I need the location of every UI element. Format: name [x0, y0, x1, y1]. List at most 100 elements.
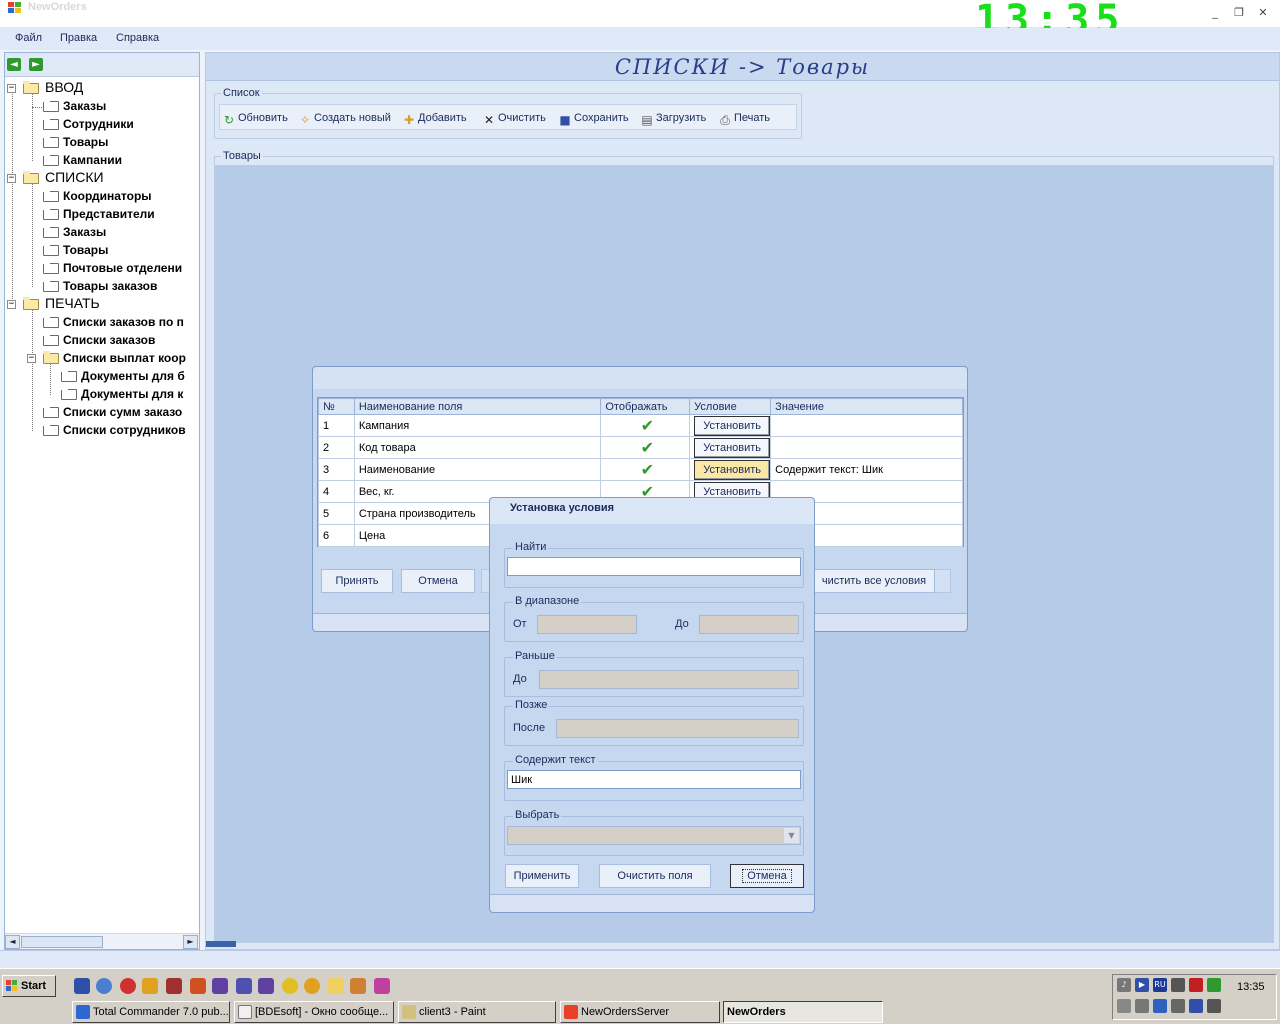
save-icon[interactable] — [74, 978, 90, 994]
contains-text-input[interactable] — [507, 770, 801, 789]
tray-icon[interactable] — [1171, 999, 1185, 1013]
column-header[interactable]: № — [318, 398, 355, 415]
tray-icon[interactable] — [1117, 999, 1131, 1013]
set-condition-button[interactable]: Установить — [694, 459, 771, 480]
arrow-left-icon[interactable]: ◄ — [7, 58, 21, 71]
check-icon[interactable]: ✔ — [600, 414, 691, 437]
folder-icon[interactable] — [328, 978, 344, 994]
tree-item-print-sums[interactable]: Списки сумм заказо — [5, 405, 199, 423]
app-icon[interactable] — [258, 978, 274, 994]
tree-item-print-payments[interactable]: − Списки выплат коор — [5, 351, 199, 369]
smiley-icon[interactable] — [282, 978, 298, 994]
tree-item-employees[interactable]: Сотрудники — [5, 117, 199, 135]
speaker-icon[interactable]: ♪ — [1117, 978, 1131, 992]
task-total-commander[interactable]: Total Commander 7.0 pub... — [72, 1001, 230, 1023]
set-condition-button[interactable]: Установить — [694, 415, 771, 436]
restore-button[interactable]: ❐ — [1230, 6, 1248, 20]
scroll-left-icon[interactable]: ◄ — [5, 935, 20, 949]
create-new-button[interactable]: ✧ Создать новый — [298, 109, 391, 127]
earlier-input[interactable] — [539, 670, 799, 689]
app-icon[interactable] — [166, 978, 182, 994]
check-icon[interactable]: ✔ — [600, 436, 691, 459]
clear-button[interactable]: ✕ Очистить — [482, 109, 546, 127]
browser-icon[interactable] — [96, 978, 112, 994]
tree-item-list-goods[interactable]: Товары — [5, 243, 199, 261]
print-button[interactable]: ⎙ Печать — [718, 109, 770, 127]
menu-help[interactable]: Справка — [116, 32, 159, 44]
app-icon[interactable] — [142, 978, 158, 994]
cancel-button[interactable]: Отмена — [401, 569, 475, 593]
range-to-input[interactable] — [699, 615, 799, 634]
tree-node-lists[interactable]: − СПИСКИ — [7, 169, 197, 189]
app-icon[interactable] — [350, 978, 366, 994]
range-from-input[interactable] — [537, 615, 637, 634]
tray-icon[interactable] — [1189, 999, 1203, 1013]
tree-node-input[interactable]: − ВВОД — [7, 79, 197, 99]
table-row[interactable]: 2 Код товара ✔ Установить — [318, 436, 963, 459]
collapse-icon[interactable]: − — [7, 300, 16, 309]
tray-icon[interactable] — [1135, 999, 1149, 1013]
app-icon[interactable] — [304, 978, 320, 994]
network-icon[interactable] — [1171, 978, 1185, 992]
play-icon[interactable]: ▶ — [1135, 978, 1149, 992]
load-button[interactable]: ▤ Загрузить — [640, 109, 706, 127]
clear-all-conditions-button[interactable]: чистить все условия — [813, 569, 935, 593]
refresh-button[interactable]: ↻ Обновить — [222, 109, 288, 127]
language-indicator[interactable]: RU — [1153, 978, 1167, 992]
start-button[interactable]: Start — [2, 975, 56, 997]
select-dropdown[interactable]: ▼ — [507, 826, 801, 845]
scroll-right-icon[interactable]: ► — [183, 935, 198, 949]
column-header[interactable]: Значение — [770, 398, 963, 415]
collapse-icon[interactable]: − — [27, 354, 36, 363]
tree-item-list-orders[interactable]: Заказы — [5, 225, 199, 243]
opera-icon[interactable] — [120, 978, 136, 994]
table-row[interactable]: 1 Кампания ✔ Установить — [318, 414, 963, 437]
tree-item-documents-k[interactable]: Документы для к — [5, 387, 199, 405]
task-neworders[interactable]: NewOrders — [723, 1001, 883, 1023]
tree-item-print-orders-by[interactable]: Списки заказов по п — [5, 315, 199, 333]
collapse-icon[interactable]: − — [7, 174, 16, 183]
dialog-cancel-button[interactable]: Отмена — [730, 864, 804, 888]
tree-item-order-goods[interactable]: Товары заказов — [5, 279, 199, 297]
horizontal-scrollbar[interactable]: ◄ ► — [5, 933, 199, 949]
tree-item-coordinators[interactable]: Координаторы — [5, 189, 199, 207]
save-button[interactable]: ■ Сохранить — [558, 109, 628, 127]
later-input[interactable] — [556, 719, 799, 738]
app-icon[interactable] — [374, 978, 390, 994]
column-header[interactable]: Условие — [689, 398, 772, 415]
app-tray-icon[interactable] — [1207, 978, 1221, 992]
scrollbar-thumb[interactable] — [21, 936, 103, 948]
add-button[interactable]: ✚ Добавить — [402, 109, 467, 127]
alert-icon[interactable] — [1189, 978, 1203, 992]
apply-button[interactable]: Применить — [505, 864, 579, 888]
column-header[interactable]: Наименование поля — [353, 398, 602, 415]
app-icon[interactable] — [236, 978, 252, 994]
check-icon[interactable]: ✔ — [600, 458, 691, 481]
tree-item-documents-b[interactable]: Документы для б — [5, 369, 199, 387]
minimize-button[interactable]: _ — [1206, 6, 1224, 20]
app-icon[interactable] — [212, 978, 228, 994]
arrow-right-icon[interactable]: ► — [29, 58, 43, 71]
tree-item-orders[interactable]: Заказы — [5, 99, 199, 117]
menu-file[interactable]: Файл — [15, 32, 42, 44]
tree-item-post-offices[interactable]: Почтовые отделени — [5, 261, 199, 279]
accept-button[interactable]: Принять — [321, 569, 393, 593]
chevron-down-icon[interactable]: ▼ — [784, 828, 799, 843]
table-row[interactable]: 3 Наименование ✔ Установить Содержит тек… — [318, 458, 963, 481]
tree-item-goods[interactable]: Товары — [5, 135, 199, 153]
tray-icon[interactable] — [1207, 999, 1221, 1013]
tree-item-print-orders[interactable]: Списки заказов — [5, 333, 199, 351]
task-neworders-server[interactable]: NewOrdersServer — [560, 1001, 720, 1023]
find-input[interactable] — [507, 557, 801, 576]
close-button[interactable]: ✕ — [1254, 6, 1272, 20]
clear-fields-button[interactable]: Очистить поля — [599, 864, 711, 888]
menu-edit[interactable]: Правка — [60, 32, 97, 44]
tree-item-representatives[interactable]: Представители — [5, 207, 199, 225]
set-condition-button[interactable]: Установить — [694, 437, 771, 458]
task-paint[interactable]: client3 - Paint — [398, 1001, 556, 1023]
column-header[interactable]: Отображать — [600, 398, 691, 415]
tree-item-print-employees[interactable]: Списки сотрудников — [5, 423, 199, 441]
tray-icon[interactable] — [1153, 999, 1167, 1013]
tree-node-print[interactable]: − ПЕЧАТЬ — [7, 295, 197, 315]
app-icon[interactable] — [190, 978, 206, 994]
